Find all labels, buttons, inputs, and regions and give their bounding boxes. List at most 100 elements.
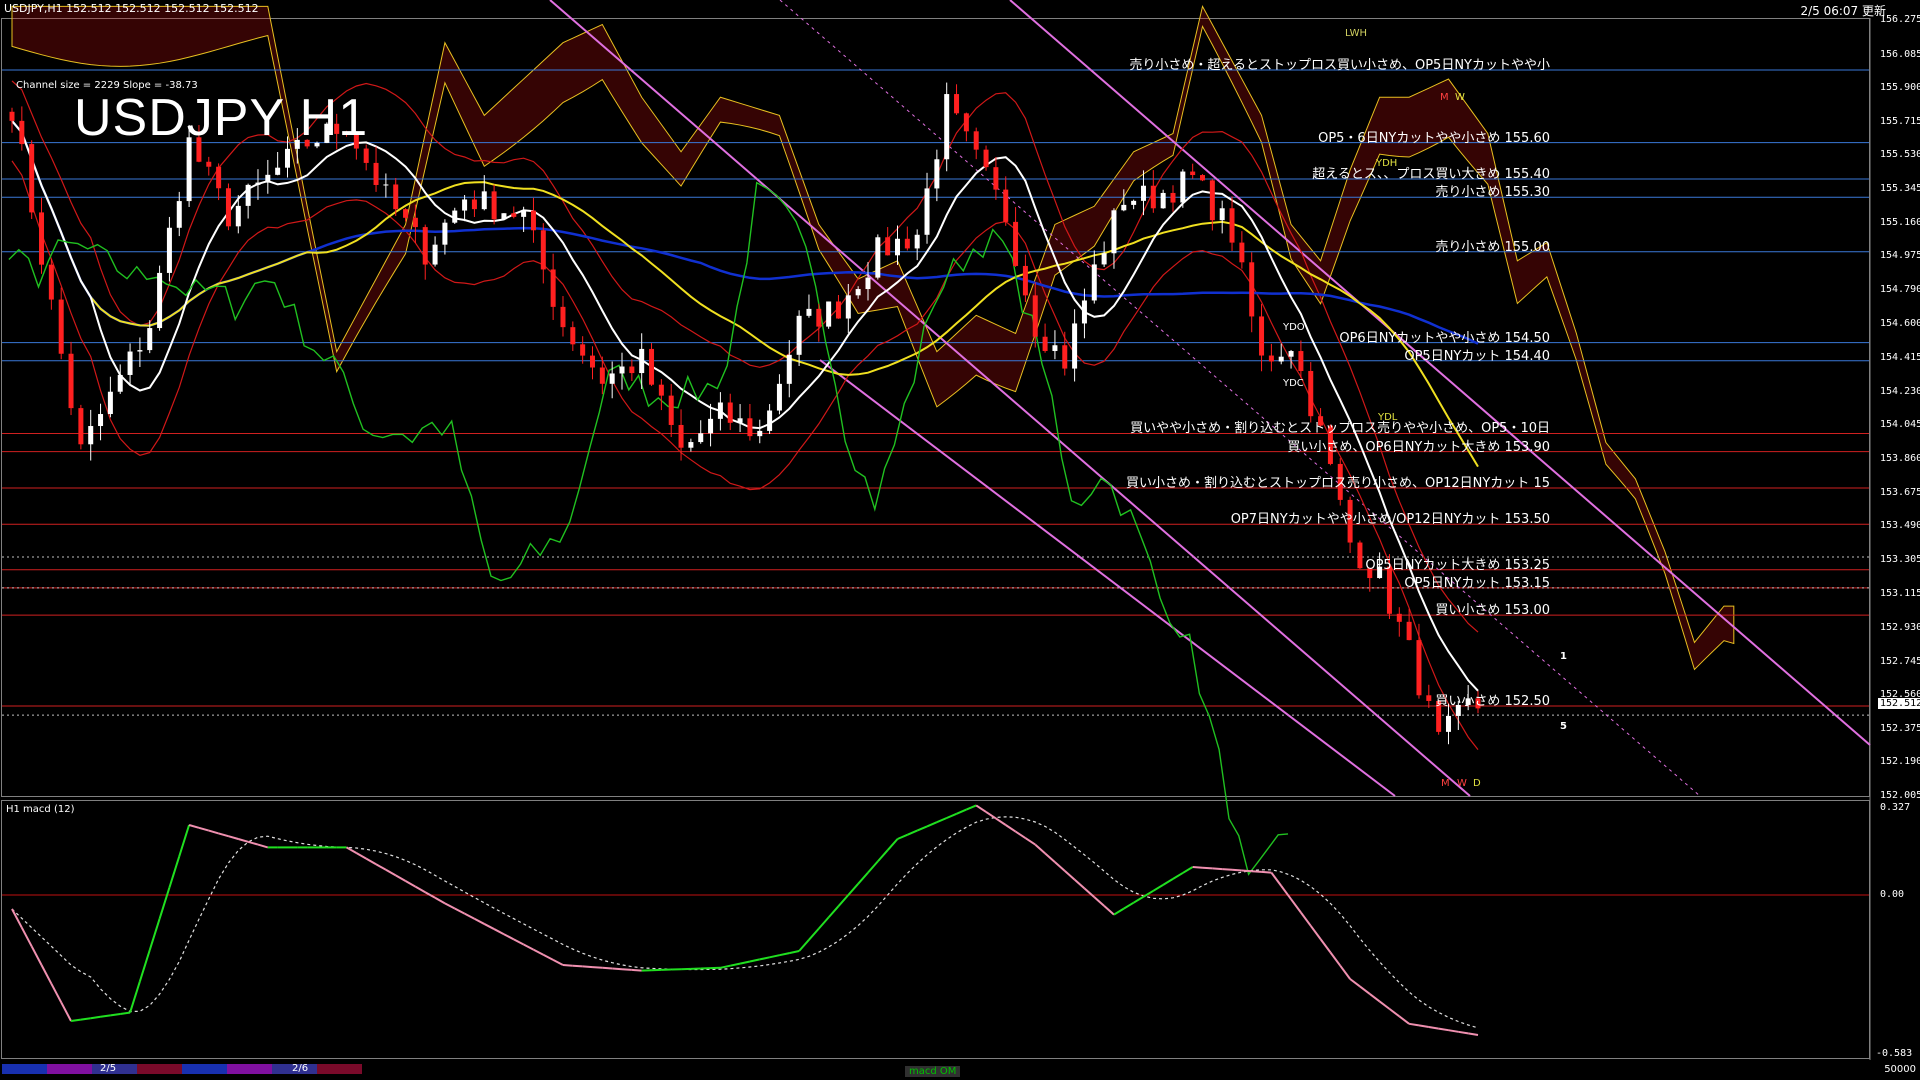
macd-segment bbox=[50, 983, 63, 1003]
candle-body bbox=[1357, 542, 1363, 569]
price-axis-label: 152.930 bbox=[1880, 621, 1920, 633]
price-axis-label: 155.160 bbox=[1880, 216, 1920, 228]
d-tag-bottom: D bbox=[1473, 778, 1481, 789]
level-label: 超えるとス、、プロス買い大きめ 155.40 bbox=[1312, 167, 1550, 183]
macd-segment bbox=[454, 907, 466, 915]
candle-body bbox=[885, 237, 891, 256]
m-tag-bottom: M bbox=[1441, 778, 1450, 789]
ydo-tag: YDO bbox=[1283, 322, 1305, 333]
macd-axis-zero: 0.00 bbox=[1880, 889, 1905, 900]
candle-body bbox=[1032, 295, 1038, 337]
candle-body bbox=[255, 182, 261, 185]
candle-body bbox=[471, 199, 477, 210]
macd-segment bbox=[621, 968, 632, 971]
macd-segment bbox=[975, 804, 987, 813]
candle-body bbox=[39, 212, 45, 265]
candle-body bbox=[412, 217, 418, 228]
candle-body bbox=[698, 433, 704, 443]
bollinger-lower bbox=[11, 160, 1479, 750]
level-label: 買い小さめ、OP6日NYカット大きめ 153.90 bbox=[1287, 439, 1550, 455]
macd-segment bbox=[720, 964, 731, 969]
macd-segment bbox=[1369, 993, 1381, 1003]
candle-body bbox=[1426, 695, 1432, 701]
candle-body bbox=[432, 244, 438, 265]
candle-body bbox=[924, 188, 930, 235]
candle-body bbox=[796, 315, 802, 355]
candle-body bbox=[1121, 204, 1127, 211]
macd-segment bbox=[769, 954, 780, 959]
candle-body bbox=[668, 395, 674, 425]
candle-body bbox=[166, 227, 172, 273]
macd-segment bbox=[1044, 852, 1056, 863]
candle-body bbox=[1081, 300, 1087, 324]
chart-canvas[interactable] bbox=[0, 0, 1920, 1080]
candle-body bbox=[580, 344, 586, 356]
macd-tab[interactable]: macd OM bbox=[905, 1066, 961, 1077]
macd-segment bbox=[483, 923, 495, 930]
price-axis-label: 154.600 bbox=[1880, 318, 1920, 330]
macd-segment bbox=[1448, 1029, 1459, 1033]
macd-segment bbox=[464, 912, 475, 920]
macd-segment bbox=[178, 824, 191, 857]
price-axis-label: 155.715 bbox=[1880, 115, 1920, 127]
macd-segment bbox=[513, 938, 525, 946]
ydl-tag: YDL bbox=[1378, 412, 1398, 423]
macd-segment bbox=[1212, 867, 1223, 871]
macd-segment bbox=[1418, 1024, 1429, 1028]
macd-segment bbox=[523, 943, 534, 951]
candle-body bbox=[1180, 171, 1186, 203]
macd-segment bbox=[1458, 1030, 1469, 1035]
price-axis-label: 155.345 bbox=[1880, 183, 1920, 194]
ydc-tag: YDC bbox=[1283, 378, 1304, 389]
price-axis-label: 153.305 bbox=[1880, 553, 1920, 565]
candle-body bbox=[393, 184, 399, 210]
price-axis-label: 154.230 bbox=[1880, 385, 1920, 397]
macd-segment bbox=[1182, 866, 1194, 874]
macd-segment bbox=[434, 896, 446, 905]
price-axis-label: 153.860 bbox=[1880, 452, 1920, 464]
candle-body bbox=[29, 144, 35, 213]
macd-segment bbox=[1202, 866, 1213, 870]
price-axis-label: 154.975 bbox=[1880, 250, 1920, 262]
macd-segment bbox=[158, 887, 171, 920]
macd-segment bbox=[730, 962, 741, 967]
candle-body bbox=[1278, 356, 1284, 362]
macd-segment bbox=[1300, 911, 1312, 927]
candle-body bbox=[1268, 355, 1274, 362]
candle-body bbox=[767, 410, 773, 431]
chart-window: USDJPY,H1 152.512 152.512 152.512 152.51… bbox=[0, 0, 1920, 1080]
candle-body bbox=[658, 384, 664, 396]
macd-segment bbox=[759, 956, 770, 961]
macd-segment bbox=[739, 960, 751, 965]
candle-body bbox=[511, 213, 517, 217]
candle-body bbox=[993, 167, 999, 190]
macd-segment bbox=[1222, 868, 1233, 871]
macd-segment bbox=[1034, 843, 1046, 855]
candle-body bbox=[865, 277, 871, 290]
candle-body bbox=[1003, 189, 1009, 222]
level-label: 買い小さめ 152.50 bbox=[1435, 694, 1550, 710]
candle-body bbox=[747, 418, 753, 437]
candle-body bbox=[708, 418, 714, 434]
macd-segment bbox=[1133, 895, 1144, 904]
candle-body bbox=[570, 327, 576, 345]
macd-segment bbox=[365, 857, 377, 866]
macd-segment bbox=[405, 880, 416, 888]
candle-body bbox=[963, 113, 969, 132]
macd-axis-bottom: -0.583 bbox=[1876, 1048, 1913, 1059]
macd-segment bbox=[936, 817, 948, 824]
candle-body bbox=[19, 120, 25, 145]
candle-body bbox=[107, 391, 113, 415]
macd-segment bbox=[208, 829, 219, 835]
scale-footer: 50000 bbox=[1884, 1064, 1916, 1075]
candle-body bbox=[1013, 221, 1019, 266]
level-label: 買いやや小さめ・割り込むとストップロス売りやや小さめ、OP5・10日 bbox=[1130, 421, 1550, 437]
candle-body bbox=[462, 199, 468, 211]
price-axis-label: 153.115 bbox=[1880, 588, 1920, 600]
candle-body bbox=[1140, 185, 1146, 201]
candle-body bbox=[1022, 265, 1028, 296]
macd-segment bbox=[80, 1017, 91, 1021]
candle-body bbox=[442, 222, 448, 245]
macd-title: H1 macd (12) bbox=[6, 804, 75, 815]
candle-body bbox=[422, 227, 428, 265]
